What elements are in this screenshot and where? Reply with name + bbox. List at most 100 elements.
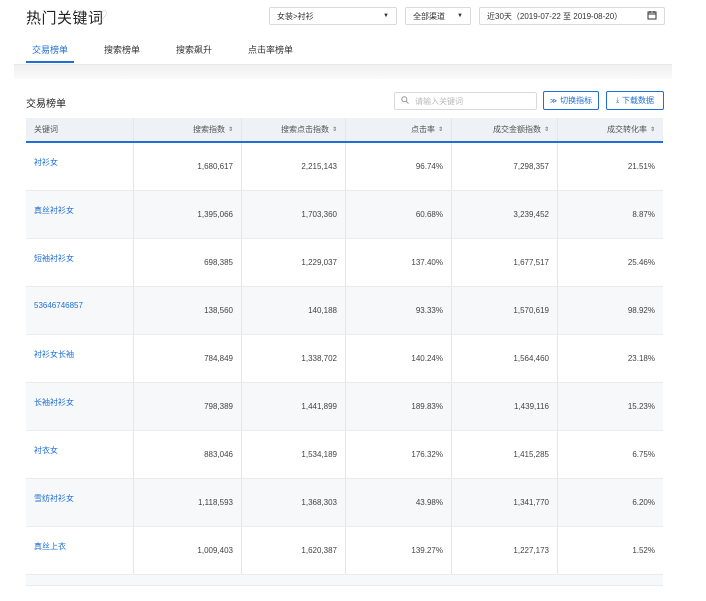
keyword-link[interactable]: 长袖衬衫女 [26, 383, 133, 430]
table-row-partial [26, 575, 663, 586]
gmv-index-cell: 1,415,285 [451, 431, 557, 478]
conversion-rate-cell: 8.87% [557, 191, 663, 238]
click-rate-cell: 43.98% [345, 479, 451, 526]
table-row: 雪纺衬衫女 1,118,593 1,368,303 43.98% 1,341,7… [26, 479, 663, 527]
tab-search-ranking[interactable]: 搜索榜单 [98, 38, 146, 62]
download-data-button[interactable]: ⤓ 下载数据 [606, 91, 664, 110]
gmv-index-cell: 7,298,357 [451, 143, 557, 190]
category-select[interactable]: 女装>衬衫 ▼ [269, 7, 397, 25]
keyword-link[interactable]: 真丝上衣 [26, 527, 133, 574]
sort-icon[interactable]: ⇕ [332, 126, 337, 133]
search-index-cell: 883,046 [133, 431, 241, 478]
gmv-index-cell: 3,239,452 [451, 191, 557, 238]
click-rate-cell: 176.32% [345, 431, 451, 478]
ranking-table: 关键词 搜索指数 ⇕ 搜索点击指数 ⇕ 点击率 ⇕ 成交金额指数 ⇕ 成交转化率 ⇕ 衬衫… [26, 118, 663, 586]
date-range-value: 近30天（2019-07-22 至 2019-08-20） [487, 11, 623, 21]
channel-select[interactable]: 全部渠道 ▼ [405, 7, 471, 25]
click-rate-cell: 139.27% [345, 527, 451, 574]
search-click-index-cell: 1,620,387 [241, 527, 345, 574]
keyword-link[interactable]: 衬衫女 [26, 143, 133, 190]
gmv-index-cell: 1,227,173 [451, 527, 557, 574]
column-header-gmv-index[interactable]: 成交金额指数 ⇕ [451, 118, 557, 141]
heart-icon[interactable]: ♡ [96, 8, 108, 24]
tab-ctr-ranking[interactable]: 点击率榜单 [242, 38, 299, 62]
keyword-link[interactable]: 53646746857 [26, 287, 133, 334]
sort-icon[interactable]: ⇕ [650, 126, 655, 133]
search-icon [401, 96, 409, 106]
column-header-conversion-rate[interactable]: 成交转化率 ⇕ [557, 118, 663, 141]
keyword-link[interactable]: 衬衣女 [26, 431, 133, 478]
table-row: 衬衫女 1,680,617 2,215,143 96.74% 7,298,357… [26, 143, 663, 191]
gmv-index-cell: 1,341,770 [451, 479, 557, 526]
search-index-cell: 1,680,617 [133, 143, 241, 190]
sort-icon[interactable]: ⇕ [438, 126, 443, 133]
gmv-index-cell: 1,564,460 [451, 335, 557, 382]
table-row: 短袖衬衫女 698,385 1,229,037 137.40% 1,677,51… [26, 239, 663, 287]
conversion-rate-cell: 6.20% [557, 479, 663, 526]
table-row: 衬衣女 883,046 1,534,189 176.32% 1,415,285 … [26, 431, 663, 479]
column-header-label: 搜索指数 [192, 125, 225, 134]
double-chevron-down-icon: ≫ [549, 97, 558, 105]
section-separator [14, 65, 672, 79]
conversion-rate-cell: 15.23% [557, 383, 663, 430]
search-index-cell: 798,389 [133, 383, 241, 430]
table-row: 真丝衬衫女 1,395,066 1,703,360 60.68% 3,239,4… [26, 191, 663, 239]
sort-icon[interactable]: ⇕ [544, 126, 549, 133]
channel-select-value: 全部渠道 [413, 11, 445, 21]
search-click-index-cell: 140,188 [241, 287, 345, 334]
column-header-label: 点击率 [410, 125, 435, 134]
download-data-label: 下载数据 [622, 96, 655, 105]
category-select-value: 女装>衬衫 [277, 11, 314, 21]
column-header-click-rate[interactable]: 点击率 ⇕ [345, 118, 451, 141]
click-rate-cell: 140.24% [345, 335, 451, 382]
click-rate-cell: 137.40% [345, 239, 451, 286]
table-header-row: 关键词 搜索指数 ⇕ 搜索点击指数 ⇕ 点击率 ⇕ 成交金额指数 ⇕ 成交转化率 ⇕ [26, 118, 663, 143]
keyword-link[interactable]: 雪纺衬衫女 [26, 479, 133, 526]
switch-metrics-button[interactable]: ≫ 切换指标 [543, 91, 599, 110]
keyword-search[interactable] [394, 92, 537, 110]
column-header-label: 成交转化率 [606, 125, 647, 134]
conversion-rate-cell: 98.92% [557, 287, 663, 334]
search-index-cell: 1,395,066 [133, 191, 241, 238]
section-title: 交易榜单 [26, 99, 66, 110]
column-header-label: 搜索点击指数 [280, 125, 329, 134]
conversion-rate-cell: 21.51% [557, 143, 663, 190]
conversion-rate-cell: 6.75% [557, 431, 663, 478]
search-click-index-cell: 1,368,303 [241, 479, 345, 526]
sort-icon[interactable]: ⇕ [228, 126, 233, 133]
search-click-index-cell: 1,534,189 [241, 431, 345, 478]
caret-down-icon: ▼ [383, 13, 389, 19]
page-title: 热门关键词 [26, 10, 104, 27]
search-index-cell: 784,849 [133, 335, 241, 382]
conversion-rate-cell: 1.52% [557, 527, 663, 574]
tab-trade-ranking[interactable]: 交易榜单 [26, 38, 75, 63]
search-click-index-cell: 1,703,360 [241, 191, 345, 238]
column-header-search-index[interactable]: 搜索指数 ⇕ [133, 118, 241, 141]
keyword-search-input[interactable] [415, 96, 525, 106]
keyword-link[interactable]: 短袖衬衫女 [26, 239, 133, 286]
tab-bar: 交易榜单 搜索榜单 搜索飙升 点击率榜单 [26, 38, 323, 66]
table-row: 真丝上衣 1,009,403 1,620,387 139.27% 1,227,1… [26, 527, 663, 575]
table-row: 长袖衬衫女 798,389 1,441,899 189.83% 1,439,11… [26, 383, 663, 431]
switch-metrics-label: 切换指标 [560, 96, 593, 105]
keyword-link[interactable]: 衬衫女长袖 [26, 335, 133, 382]
keyword-link[interactable]: 真丝衬衫女 [26, 191, 133, 238]
calendar-icon [647, 10, 657, 22]
tab-search-surge[interactable]: 搜索飙升 [170, 38, 218, 62]
search-click-index-cell: 1,338,702 [241, 335, 345, 382]
table-row: 53646746857 138,560 140,188 93.33% 1,570… [26, 287, 663, 335]
gmv-index-cell: 1,570,619 [451, 287, 557, 334]
table-row: 衬衫女长袖 784,849 1,338,702 140.24% 1,564,46… [26, 335, 663, 383]
gmv-index-cell: 1,677,517 [451, 239, 557, 286]
click-rate-cell: 93.33% [345, 287, 451, 334]
search-index-cell: 698,385 [133, 239, 241, 286]
search-index-cell: 1,118,593 [133, 479, 241, 526]
conversion-rate-cell: 25.46% [557, 239, 663, 286]
click-rate-cell: 60.68% [345, 191, 451, 238]
column-header-keyword: 关键词 [26, 118, 133, 141]
column-header-search-click-index[interactable]: 搜索点击指数 ⇕ [241, 118, 345, 141]
date-range-picker[interactable]: 近30天（2019-07-22 至 2019-08-20） [479, 7, 665, 25]
search-index-cell: 1,009,403 [133, 527, 241, 574]
gmv-index-cell: 1,439,116 [451, 383, 557, 430]
click-rate-cell: 189.83% [345, 383, 451, 430]
